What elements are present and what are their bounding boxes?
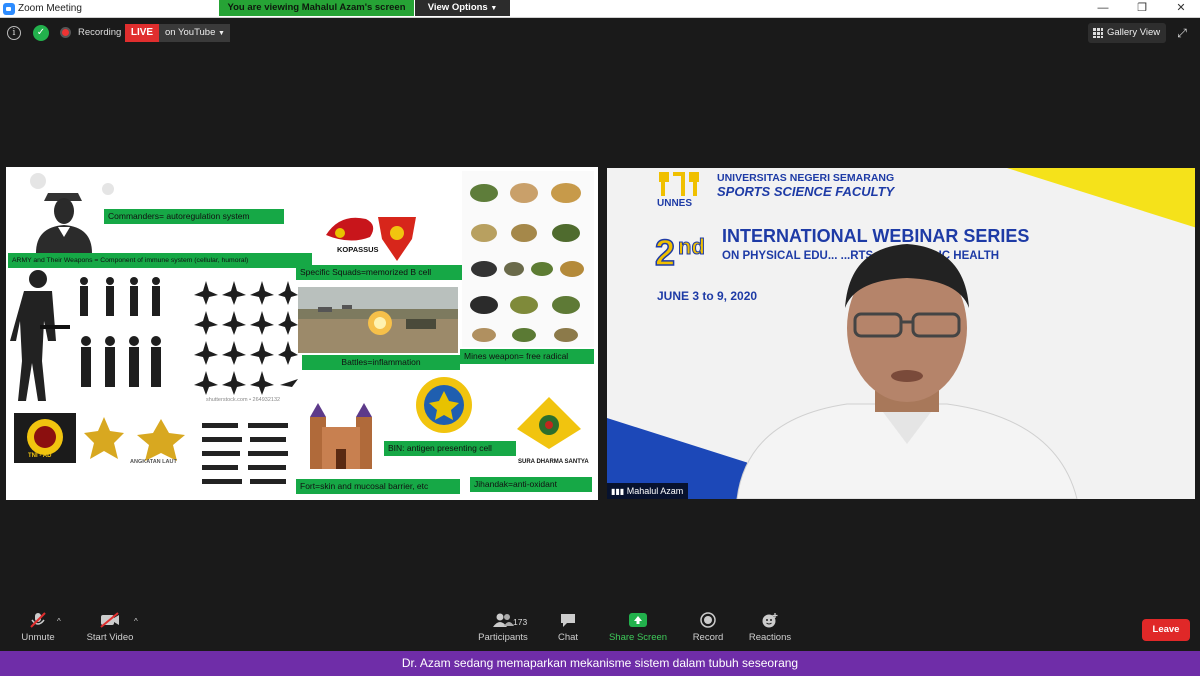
- speaker-name-tag: ▮▮▮ Mahalul Azam: [607, 483, 689, 499]
- reactions-smiley-icon: [762, 613, 778, 628]
- chevron-down-icon: ▼: [490, 5, 498, 12]
- yellow-background-shape: [1007, 168, 1195, 228]
- share-screen-label: Share Screen: [608, 632, 668, 643]
- battle-tank-photo: [298, 287, 458, 353]
- grid-icon: [1093, 28, 1103, 38]
- air-force-emblem-image: [84, 417, 124, 459]
- gallery-view-label: Gallery View: [1107, 27, 1161, 38]
- slide-label-jihandak: Jihandak=anti-oxidant: [470, 477, 592, 492]
- recording-icon: [60, 27, 71, 38]
- window-title: Zoom Meeting: [18, 3, 82, 14]
- speaker-person-image: [736, 244, 1078, 499]
- stream-target-label: on YouTube: [165, 27, 216, 38]
- slide-label-mines: Mines weapon= free radical: [460, 349, 594, 364]
- reactions-button[interactable]: Reactions: [746, 612, 794, 643]
- audio-options-caret-icon[interactable]: ^: [57, 617, 61, 626]
- weapons-silhouettes-image: [202, 423, 288, 484]
- participants-label: Participants: [478, 632, 528, 643]
- share-screen-button[interactable]: Share Screen: [607, 612, 669, 643]
- sura-dharma-label: SURA DHARMA SANTYA: [518, 459, 589, 465]
- title-bar: Zoom Meeting — ❐ ✕: [0, 0, 1200, 18]
- chat-label: Chat: [557, 632, 579, 643]
- participants-icon: [493, 613, 514, 627]
- tni-ad-label: TNI - AD: [28, 453, 52, 459]
- start-video-button[interactable]: Start Video: [82, 612, 138, 643]
- chat-button[interactable]: Chat: [551, 612, 585, 643]
- signal-bars-icon: ▮▮▮: [611, 487, 625, 496]
- leave-meeting-button[interactable]: Leave: [1142, 619, 1190, 641]
- unmute-button[interactable]: Unmute: [15, 612, 61, 643]
- view-options-button[interactable]: View Options ▼: [415, 0, 510, 16]
- kopassus-label: KOPASSUS: [337, 245, 379, 254]
- view-options-label: View Options: [427, 2, 488, 13]
- landmines-catalog-image: [462, 171, 594, 347]
- bottom-strip: [0, 676, 1200, 681]
- slide-label-battles: Battles=inflammation: [302, 355, 460, 370]
- reactions-label: Reactions: [748, 632, 792, 643]
- edition-suffix: nd: [678, 234, 706, 260]
- caret-down-icon: ▼: [218, 30, 225, 37]
- slide-label-squads: Specific Squads=memorized B cell: [296, 265, 466, 280]
- aircraft-silhouettes-image: [194, 281, 298, 395]
- chat-bubble-icon: [561, 614, 575, 627]
- slide-label-army: ARMY and Their Weapons = Component of im…: [8, 253, 312, 268]
- info-icon[interactable]: i: [7, 26, 21, 40]
- speaker-video-tile[interactable]: UNNES UNIVERSITAS NEGERI SEMARANG SPORTS…: [607, 168, 1195, 499]
- zoom-window: Zoom Meeting — ❐ ✕ You are viewing Mahal…: [0, 0, 1200, 681]
- bin-emblem-image: [416, 377, 472, 433]
- record-label: Record: [692, 632, 724, 643]
- slide-label-bin: BIN: antigen presenting cell: [384, 441, 516, 456]
- shared-screen-slide: Commanders= autoregulation system ARMY a…: [6, 167, 598, 500]
- navy-emblem-image: [124, 413, 198, 479]
- live-badge: LIVE: [125, 24, 159, 42]
- slide-label-commanders: Commanders= autoregulation system: [104, 209, 284, 224]
- fort-castle-image: [300, 393, 382, 477]
- faculty-name: SPORTS SCIENCE FACULTY: [717, 184, 895, 199]
- soldier-silhouette-image: [10, 270, 70, 401]
- jihandak-emblem-image: [517, 397, 581, 449]
- red-shield-emblem-image: [378, 217, 416, 261]
- recording-label: Recording: [78, 27, 122, 38]
- record-icon: [700, 612, 716, 628]
- unnes-logo-icon: [659, 172, 699, 196]
- university-name: UNIVERSITAS NEGERI SEMARANG: [717, 172, 895, 184]
- encryption-shield-icon[interactable]: ✓: [33, 25, 49, 41]
- video-off-icon: [100, 612, 119, 628]
- slide-label-fort: Fort=skin and mucosal barrier, etc: [296, 479, 460, 494]
- stock-watermark: shutterstock.com • 264932132: [206, 397, 281, 403]
- fullscreen-icon[interactable]: ⤢: [1175, 26, 1189, 40]
- maximize-button[interactable]: ❐: [1125, 0, 1159, 18]
- unmute-label: Unmute: [21, 632, 55, 643]
- navy-label: ANGKATAN LAUT: [130, 459, 177, 465]
- participant-count: 173: [513, 617, 528, 627]
- share-screen-icon: [629, 613, 647, 627]
- commander-silhouette-image: [30, 173, 114, 253]
- gallery-view-button[interactable]: Gallery View: [1088, 23, 1166, 43]
- photo-caption: Dr. Azam sedang memaparkan mekanisme sis…: [0, 651, 1200, 676]
- unnes-wordmark: UNNES: [657, 198, 693, 209]
- zoom-app-icon: [3, 3, 15, 15]
- start-video-label: Start Video: [86, 632, 134, 643]
- close-button[interactable]: ✕: [1164, 0, 1198, 18]
- live-stream-dropdown[interactable]: on YouTube ▼: [159, 24, 230, 42]
- police-silhouettes-image: [80, 277, 161, 387]
- record-button[interactable]: Record: [689, 612, 727, 643]
- edition-number: 2: [654, 231, 676, 274]
- video-options-caret-icon[interactable]: ^: [134, 617, 138, 626]
- minimize-button[interactable]: —: [1086, 0, 1120, 18]
- viewing-screen-banner: You are viewing Mahalul Azam's screen: [219, 0, 414, 16]
- muted-microphone-icon: [30, 612, 46, 628]
- speaker-name: Mahalul Azam: [626, 486, 684, 496]
- meeting-top-bar: i ✓ Recording LIVE on YouTube ▼ Gallery …: [0, 19, 1200, 47]
